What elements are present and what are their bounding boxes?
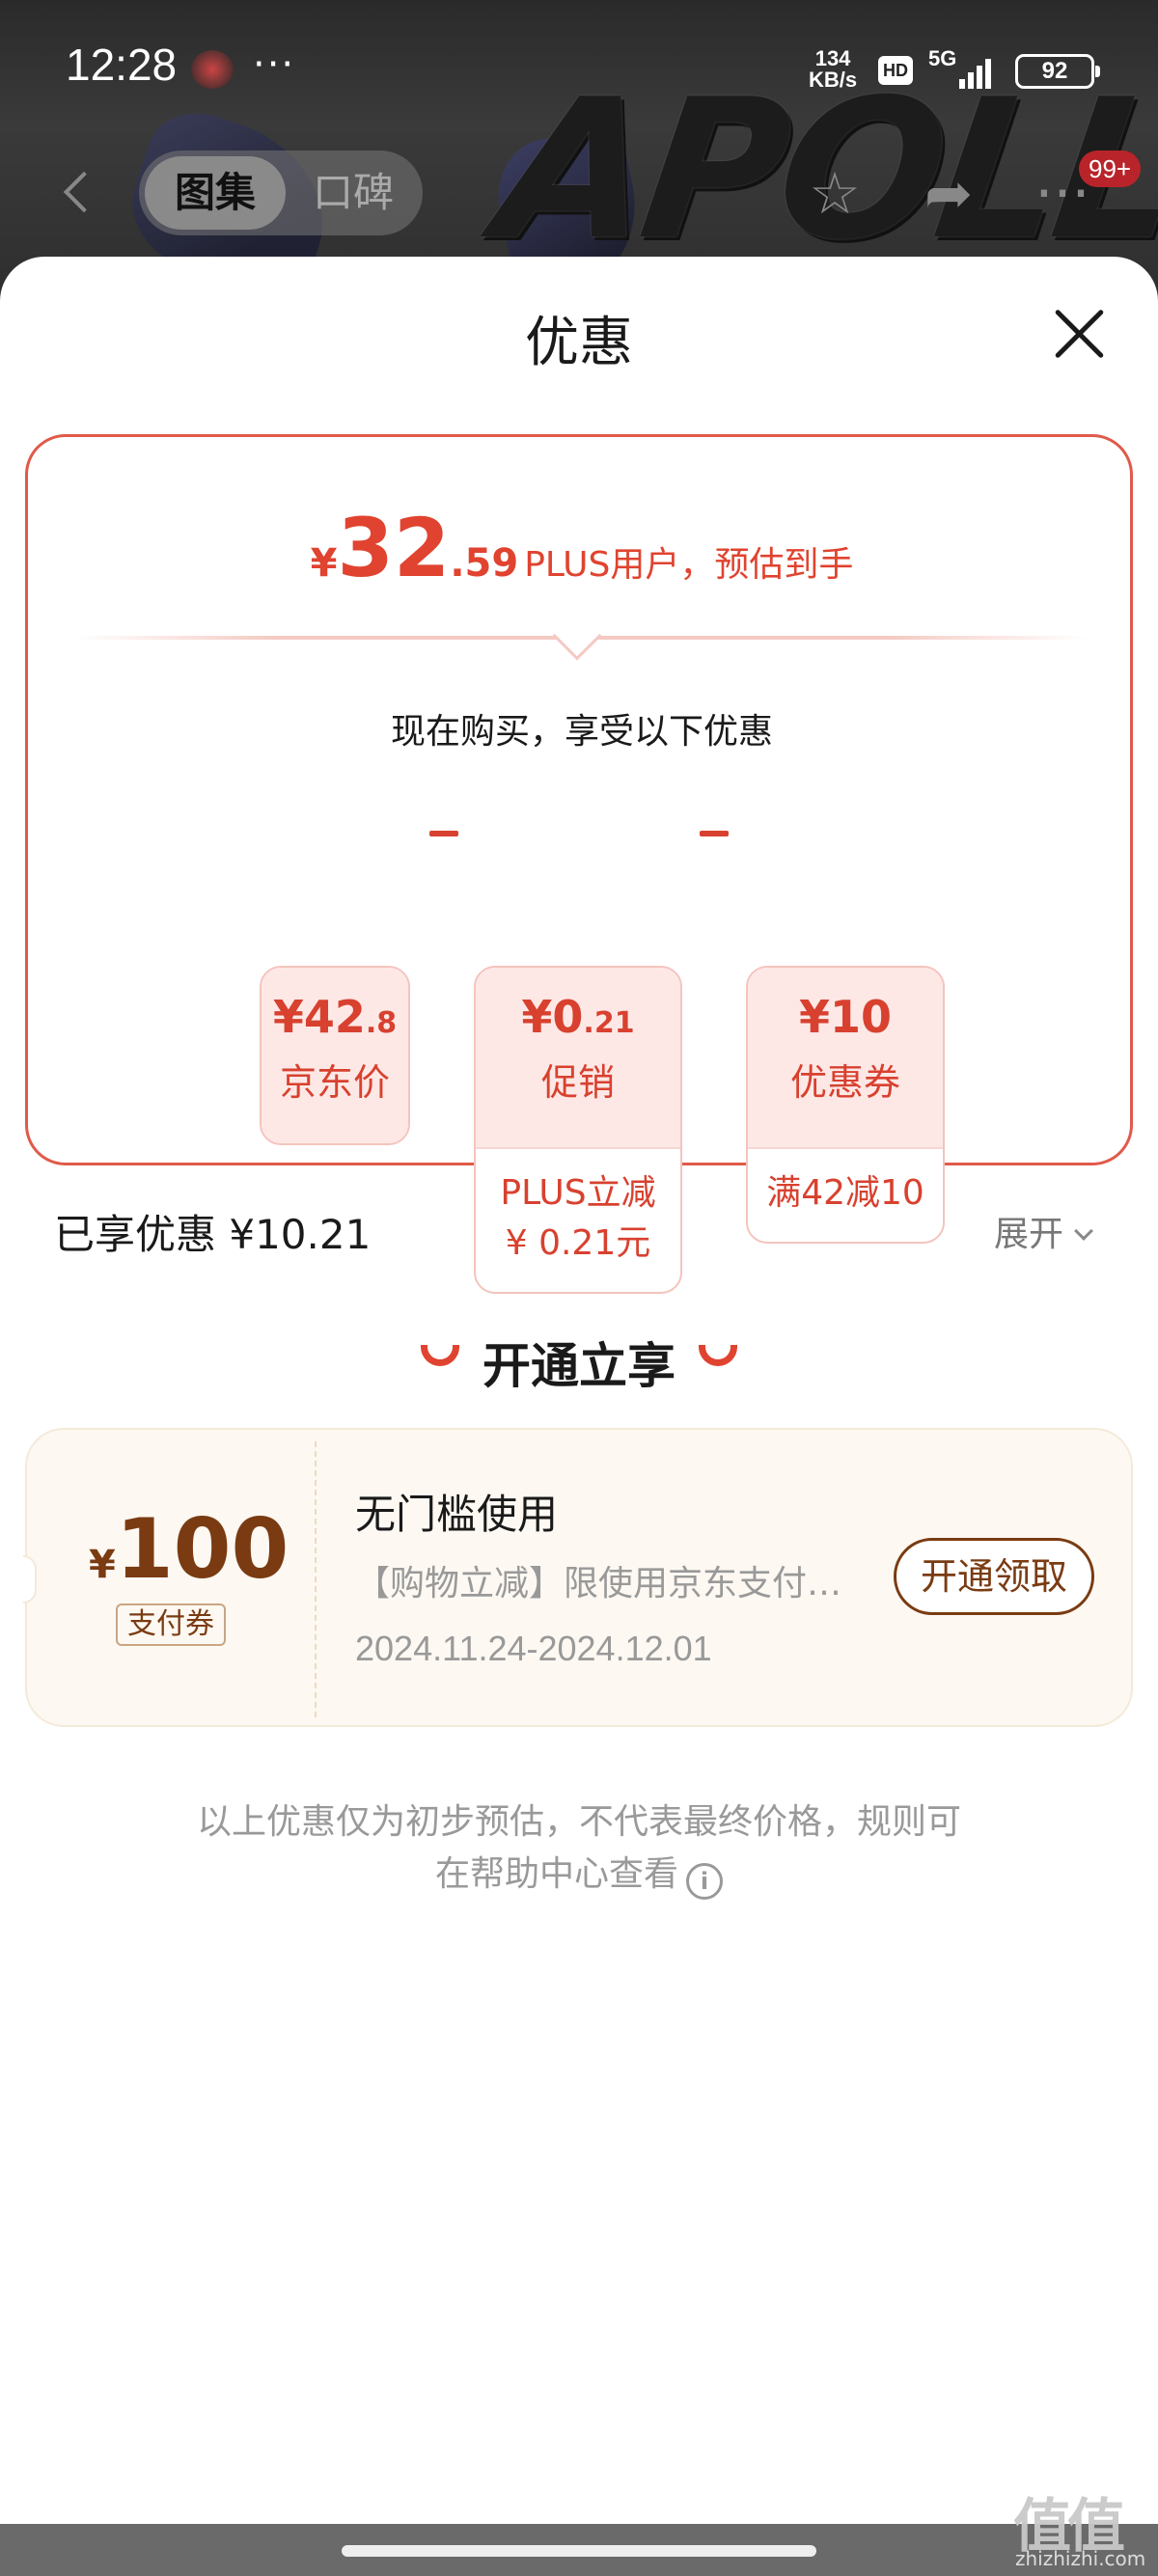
breakdown-amount: ¥42.8 (272, 991, 398, 1043)
minus-sign (429, 831, 458, 836)
home-gesture-handle[interactable] (342, 2545, 816, 2557)
expand-button[interactable]: 展开 (994, 1206, 1093, 1256)
breakdown-promotion: ¥0.21 促销 PLUS立减 ¥ 0.21元 (474, 966, 682, 1294)
hd-icon: HD (878, 56, 913, 85)
network-type: 5G (928, 46, 957, 70)
favorite-star-icon[interactable]: ☆ (801, 160, 868, 228)
status-bar: 12:28 ··· 134 KB/s HD 5G 92 (0, 0, 1158, 135)
activate-claim-button[interactable]: 开通领取 (894, 1538, 1094, 1615)
price-summary-card: ¥32.59 PLUS用户，预估到手 现在购买，享受以下优惠 ¥42.8 京东价 … (25, 434, 1136, 1294)
expand-label: 展开 (994, 1215, 1064, 1254)
enjoyed-discount: 已享优惠 ¥10.21 (54, 1211, 372, 1258)
breakdown-amount: ¥10 (798, 991, 893, 1043)
minus-sign (700, 831, 729, 836)
close-icon[interactable] (1050, 305, 1108, 363)
network-speed: 134 KB/s (809, 48, 857, 91)
price-decimal: .59 (450, 541, 519, 586)
price-integer: 32 (337, 501, 451, 595)
coupon-description: 【购物立减】限使用京东支付时使用 (355, 1564, 876, 1603)
breakdown-label: 京东价 (279, 1061, 390, 1104)
share-icon[interactable]: ➦ (915, 160, 982, 228)
back-icon[interactable] (58, 164, 96, 222)
disclaimer: 以上优惠仅为初步预估，不代表最终价格，规则可 在帮助中心查看 i (145, 1796, 1013, 1901)
divider-arrow (552, 611, 602, 661)
buy-note: 现在购买，享受以下优惠 (390, 712, 773, 752)
disclaimer-line-1: 以上优惠仅为初步预估，不代表最终价格，规则可 (196, 1802, 961, 1842)
status-time: 12:28 (66, 40, 178, 90)
coupon-title: 无门槛使用 (355, 1491, 559, 1538)
network-speed-value: 134 (814, 46, 851, 70)
breakdown-detail: PLUS立减 ¥ 0.21元 (476, 1147, 680, 1269)
breakdown-label: 优惠券 (789, 1061, 900, 1104)
navigation-bar (0, 2524, 1158, 2576)
info-icon[interactable]: i (686, 1863, 723, 1900)
coupon-type-tag: 支付券 (116, 1603, 226, 1646)
status-more-icon: ··· (253, 42, 296, 87)
disclaimer-line-2: 在帮助中心查看 i (145, 1849, 1013, 1901)
breakdown-jd-price: ¥42.8 京东价 (260, 966, 410, 1145)
signal-icon (959, 54, 998, 89)
coupon-card: ¥100 支付券 无门槛使用 【购物立减】限使用京东支付时使用 2024.11.… (23, 1428, 1133, 1727)
breakdown-label: 促销 (540, 1061, 615, 1104)
sheet-title: 优惠 (525, 312, 633, 374)
discount-sheet: 优惠 ¥32.59 PLUS用户，预估到手 现在购买，享受以下优惠 ¥42.8 京… (0, 257, 1158, 2524)
coupon-separator (315, 1441, 317, 1717)
breakdown-detail: 满42减10 (748, 1147, 943, 1219)
currency-symbol: ¥ (310, 541, 338, 586)
tab-reviews[interactable]: 口碑 (295, 156, 411, 230)
recording-icon (191, 50, 234, 89)
breakdown-coupon: ¥10 优惠券 满42减10 (746, 966, 945, 1244)
network-speed-unit: KB/s (809, 68, 858, 92)
open-section-title: 开通立享 (482, 1338, 676, 1394)
message-badge: 99+ (1079, 151, 1142, 187)
coupon-amount: ¥100 (89, 1501, 290, 1598)
screen: APOLLO 12:28 ··· 134 KB/s HD 5G 92 图集 口碑… (0, 0, 1158, 2576)
estimated-price: ¥32.59 PLUS用户，预估到手 (28, 501, 1136, 595)
tab-gallery[interactable]: 图集 (145, 156, 286, 230)
battery-icon: 92 (1015, 54, 1100, 89)
watermark-url: zhizhizhi.com (1015, 2547, 1146, 2570)
breakdown-amount: ¥0.21 (521, 991, 635, 1043)
chevron-down-icon (1074, 1221, 1093, 1241)
price-suffix: PLUS用户，预估到手 (524, 545, 854, 585)
coupon-notch (23, 1555, 37, 1603)
coupon-date-range: 2024.11.24-2024.12.01 (355, 1629, 712, 1668)
view-tabs: 图集 口碑 (139, 151, 423, 235)
